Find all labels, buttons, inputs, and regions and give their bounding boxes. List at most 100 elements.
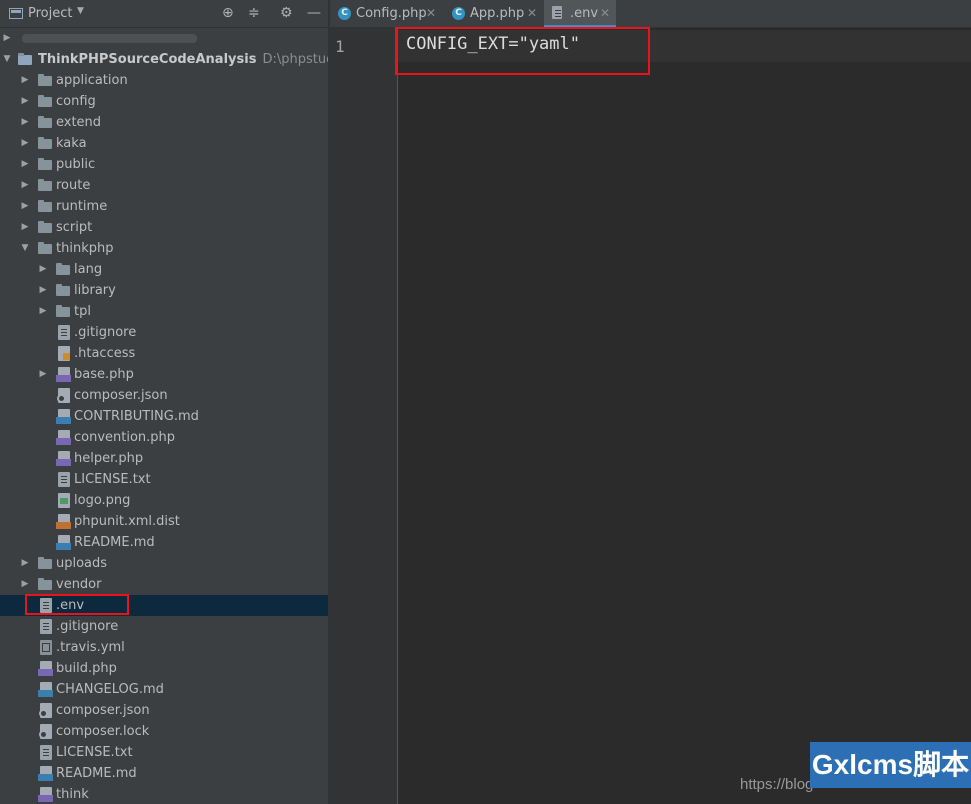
chevron-right-icon[interactable]: ▶	[2, 28, 12, 49]
tree-file-row[interactable]: logo.png	[0, 490, 328, 511]
chevron-down-icon[interactable]: ▼	[77, 6, 84, 16]
tree-item-label: README.md	[56, 766, 137, 781]
text-file-icon	[552, 6, 562, 19]
tree-file-row[interactable]: .travis.yml	[0, 637, 328, 658]
tab-app-php[interactable]: C App.php ✕	[444, 0, 542, 27]
blurred-item	[22, 34, 197, 43]
config-file-icon	[39, 703, 52, 718]
chevron-right-icon[interactable]: ▶	[20, 574, 30, 595]
tree-file-row[interactable]: LICENSE.txt	[0, 742, 328, 763]
tree-item-label: .htaccess	[74, 346, 136, 361]
tree-file-row[interactable]: composer.lock	[0, 721, 328, 742]
tree-item-label: CHANGELOG.md	[56, 682, 164, 697]
chevron-right-icon[interactable]: ▶	[20, 196, 30, 217]
gutter-separator	[397, 28, 398, 804]
tree-folder-row[interactable]: ▶ extend	[0, 112, 328, 133]
locate-file-icon[interactable]: ⊕	[222, 5, 234, 21]
chevron-right-icon[interactable]: ▶	[20, 553, 30, 574]
tree-file-row[interactable]: README.md	[0, 532, 328, 553]
tree-file-row[interactable]: .gitignore	[0, 322, 328, 343]
folder-icon	[38, 221, 52, 233]
chevron-down-icon[interactable]: ▼	[2, 49, 12, 70]
tree-folder-row[interactable]: ▶ uploads	[0, 553, 328, 574]
project-panel: Project ▼ ⊕ ≑ ⚙ — ▶ ▼ ThinkPHPSourceCode…	[0, 0, 328, 804]
collapse-all-icon[interactable]: ≑	[248, 5, 260, 21]
tree-folder-row[interactable]: ▶ lang	[0, 259, 328, 280]
chevron-right-icon[interactable]: ▶	[38, 280, 48, 301]
tree-file-row[interactable]: CHANGELOG.md	[0, 679, 328, 700]
minimize-icon[interactable]: —	[307, 5, 321, 21]
tree-folder-row[interactable]: ▶ config	[0, 91, 328, 112]
class-icon: C	[452, 7, 465, 20]
tree-row-root[interactable]: ▼ ThinkPHPSourceCodeAnalysisD:\phpstudy_…	[0, 49, 328, 70]
project-window-icon	[9, 8, 23, 19]
tree-row-hidden[interactable]: ▶	[0, 28, 328, 49]
chevron-right-icon[interactable]: ▶	[20, 133, 30, 154]
markdown-file-icon	[38, 682, 53, 697]
chevron-right-icon[interactable]: ▶	[20, 175, 30, 196]
watermark-logo: Gxlcms脚本	[810, 742, 971, 788]
tree-item-label: vendor	[56, 577, 102, 592]
tree-folder-row[interactable]: ▶ application	[0, 70, 328, 91]
tree-file-row[interactable]: composer.json	[0, 700, 328, 721]
php-file-icon	[56, 430, 71, 445]
tree-folder-row[interactable]: ▶ runtime	[0, 196, 328, 217]
tree-folder-row[interactable]: ▼ thinkphp	[0, 238, 328, 259]
tree-item-label: .travis.yml	[56, 640, 125, 655]
image-file-icon	[58, 493, 70, 508]
chevron-right-icon[interactable]: ▶	[20, 112, 30, 133]
tree-folder-row[interactable]: ▶ route	[0, 175, 328, 196]
tree-file-row[interactable]: helper.php	[0, 448, 328, 469]
tree-file-row[interactable]: .htaccess	[0, 343, 328, 364]
tree-folder-row[interactable]: ▶ public	[0, 154, 328, 175]
text-file-icon	[40, 619, 52, 634]
tab-env[interactable]: .env ✕	[544, 0, 616, 28]
tree-file-row[interactable]: phpunit.xml.dist	[0, 511, 328, 532]
config-file-icon	[39, 724, 52, 739]
chevron-right-icon[interactable]: ▶	[38, 364, 48, 385]
tree-file-row[interactable]: build.php	[0, 658, 328, 679]
tree-item-label: convention.php	[74, 430, 176, 445]
tree-file-row[interactable]: LICENSE.txt	[0, 469, 328, 490]
close-icon[interactable]: ✕	[600, 0, 610, 27]
tree-file-row[interactable]: think	[0, 784, 328, 804]
chevron-right-icon[interactable]: ▶	[20, 217, 30, 238]
chevron-right-icon[interactable]: ▶	[20, 154, 30, 175]
tree-file-row[interactable]: composer.json	[0, 385, 328, 406]
close-icon[interactable]: ✕	[527, 0, 537, 27]
tree-file-row[interactable]: .gitignore	[0, 616, 328, 637]
chevron-right-icon[interactable]: ▶	[20, 70, 30, 91]
chevron-right-icon[interactable]: ▶	[38, 259, 48, 280]
folder-icon	[56, 284, 70, 296]
tree-item-label: application	[56, 73, 128, 88]
project-view-selector[interactable]: Project	[28, 6, 72, 21]
text-file-icon	[40, 745, 52, 760]
tree-item-label: .gitignore	[74, 325, 137, 340]
tree-file-row[interactable]: README.md	[0, 763, 328, 784]
tree-item-label: base.php	[74, 367, 134, 382]
close-icon[interactable]: ✕	[426, 0, 436, 27]
tab-label: .env	[570, 6, 599, 21]
tree-folder-row[interactable]: ▶ kaka	[0, 133, 328, 154]
tree-item-label: thinkphp	[56, 241, 114, 256]
tree-item-label: script	[56, 220, 93, 235]
tree-folder-row[interactable]: ▶ library	[0, 280, 328, 301]
tree-file-row[interactable]: convention.php	[0, 427, 328, 448]
tab-config-php[interactable]: C Config.php ✕	[330, 0, 440, 27]
chevron-right-icon[interactable]: ▶	[38, 301, 48, 322]
folder-icon	[38, 578, 52, 590]
code-highlight-box	[395, 27, 650, 75]
folder-icon	[38, 200, 52, 212]
chevron-down-icon[interactable]: ▼	[20, 238, 30, 259]
markdown-file-icon	[56, 535, 71, 550]
markdown-file-icon	[56, 409, 71, 424]
tree-file-row[interactable]: ▶ base.php	[0, 364, 328, 385]
tree-folder-row[interactable]: ▶ tpl	[0, 301, 328, 322]
tree-folder-row[interactable]: ▶ vendor	[0, 574, 328, 595]
tree-file-row[interactable]: CONTRIBUTING.md	[0, 406, 328, 427]
chevron-right-icon[interactable]: ▶	[20, 91, 30, 112]
gear-icon[interactable]: ⚙	[280, 5, 293, 21]
tree-item-label: helper.php	[74, 451, 144, 466]
tree-folder-row[interactable]: ▶ script	[0, 217, 328, 238]
tree-item-label: LICENSE.txt	[74, 472, 151, 487]
